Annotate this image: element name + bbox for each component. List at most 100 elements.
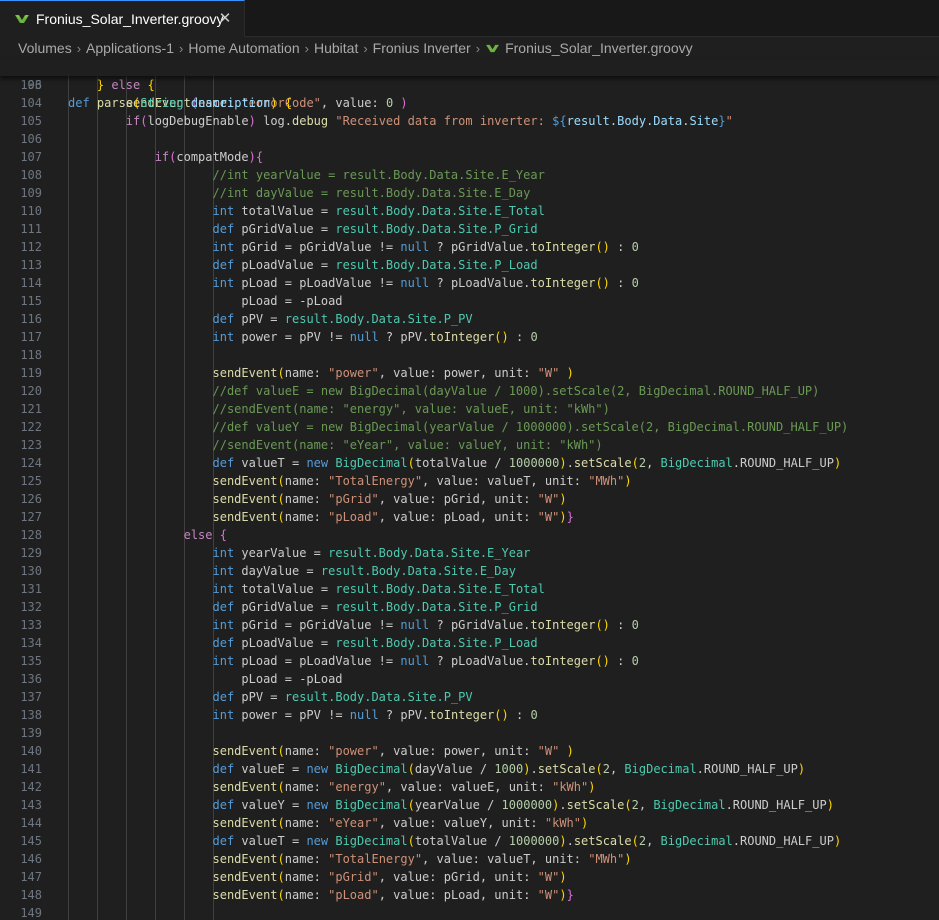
code-line: 117 int power = pPV != null ? pPV.toInteg… [0, 328, 939, 346]
code-token: "W" [537, 366, 560, 380]
code-token: , value: pGrid, unit: [378, 870, 538, 884]
code-text: def valueE = new BigDecimal(dayValue / 1… [213, 760, 806, 778]
code-token: "MWh" [588, 852, 625, 866]
code-token: : [508, 330, 531, 344]
code-token: sendEvent [212, 888, 278, 902]
code-token: int [212, 564, 235, 578]
code-text: int pLoad = pLoadValue != null ? pLoadVa… [213, 652, 639, 670]
sticky-scroll-header[interactable]: 96 def parse(String description) { [0, 58, 939, 110]
code-token: , value: power, unit: [378, 744, 538, 758]
code-token: () [595, 618, 610, 632]
line-number: 135 [20, 654, 42, 668]
code-text: def pPV = result.Body.Data.Site.P_PV [213, 310, 473, 328]
breadcrumb-item-file[interactable]: Fronius_Solar_Inverter.groovy [485, 40, 693, 56]
line-number: 141 [20, 762, 42, 776]
breadcrumb-item-hubitat[interactable]: Hubitat [314, 40, 358, 56]
code-token: ) [624, 852, 632, 866]
code-token: .ROUND_HALF_UP [725, 798, 827, 812]
code-line: 133 int pGrid = pGridValue != null ? pGri… [0, 616, 939, 634]
code-token: ) [559, 834, 567, 848]
code-token: ? pGridValue. [429, 618, 531, 632]
code-token: : [609, 276, 632, 290]
code-editor[interactable]: 103} else {104 sendEvent(name: "errorCode… [0, 76, 939, 920]
code-token: 0 [530, 708, 538, 722]
code-token: , value: pLoad, unit: [378, 888, 538, 902]
code-text: if(compatMode){ [155, 148, 263, 166]
breadcrumb: Volumes › Applications-1 › Home Automati… [0, 37, 939, 59]
code-token: ) [833, 834, 842, 848]
code-token: ( [277, 474, 285, 488]
code-token: "W" [537, 870, 560, 884]
code-token: int [212, 330, 235, 344]
code-token: pLoad = -pLoad [241, 672, 343, 686]
code-token: Data [653, 114, 683, 128]
code-line: 139 [0, 724, 939, 742]
code-token: ${ [552, 114, 567, 128]
code-token: int [212, 582, 235, 596]
code-token: ) [624, 474, 632, 488]
code-token: int [212, 546, 235, 560]
close-icon[interactable]: ✕ [216, 10, 234, 28]
code-token: valueY = [234, 798, 307, 812]
line-number: 110 [20, 204, 42, 218]
code-line: 136 pLoad = -pLoad [0, 670, 939, 688]
code-token: ( [277, 492, 285, 506]
code-token: compatMode [176, 150, 249, 164]
code-line: 110 int totalValue = result.Body.Data.Sit… [0, 202, 939, 220]
line-number: 116 [20, 312, 42, 326]
code-token: "Received data from inverter: [335, 114, 553, 128]
code-token: ) [826, 798, 834, 812]
code-token: ( [277, 366, 285, 380]
line-number: 120 [20, 384, 42, 398]
code-token: ( [407, 456, 415, 470]
code-token: totalValue = [234, 582, 336, 596]
code-token: def [212, 312, 235, 326]
breadcrumb-item-volumes[interactable]: Volumes [18, 40, 72, 56]
code-token: valueT = [234, 834, 307, 848]
code-token: " [725, 114, 733, 128]
code-line: 130 int dayValue = result.Body.Data.Site.… [0, 562, 939, 580]
code-text: def pLoadValue = result.Body.Data.Site.P… [213, 256, 538, 274]
code-token: result.Body.Data.Site.E_Day [320, 564, 516, 578]
code-token: { [284, 96, 293, 110]
code-token: BigDecimal [335, 798, 408, 812]
code-token: ) [566, 744, 574, 758]
code-token: def [212, 690, 235, 704]
code-token: name: [284, 474, 329, 488]
breadcrumb-item-fronius-inverter[interactable]: Fronius Inverter [373, 40, 471, 56]
code-token: //def valueE = new BigDecimal(dayValue /… [212, 384, 820, 398]
code-token: "pGrid" [328, 492, 379, 506]
code-token: if [125, 114, 141, 128]
code-token: 1000000 [501, 798, 553, 812]
code-line: 107 if(compatMode){ [0, 148, 939, 166]
code-token: log. [255, 114, 292, 128]
code-text: pLoad = -pLoad [241, 670, 342, 688]
code-token: { [147, 78, 155, 92]
code-token: BigDecimal [653, 798, 726, 812]
line-number: 129 [20, 546, 42, 560]
code-token: toInteger [530, 618, 596, 632]
code-text: sendEvent(name: "power", value: power, u… [213, 742, 574, 760]
code-token: BigDecimal [335, 762, 408, 776]
code-token: valueT = [234, 456, 307, 470]
line-number: 128 [20, 528, 42, 542]
breadcrumb-item-home-automation[interactable]: Home Automation [188, 40, 299, 56]
breadcrumb-item-applications[interactable]: Applications-1 [86, 40, 174, 56]
code-line: 131 int totalValue = result.Body.Data.Sit… [0, 580, 939, 598]
code-token: sendEvent [212, 852, 278, 866]
code-token: BigDecimal [660, 456, 733, 470]
code-token: new [306, 762, 329, 776]
tab-fronius-solar-inverter[interactable]: Fronius_Solar_Inverter.groovy ✕ [0, 0, 245, 37]
code-token: yearValue = [234, 546, 329, 560]
code-token: debug [292, 114, 329, 128]
code-line: 123 //sendEvent(name: "eYear", value: val… [0, 436, 939, 454]
code-token: ? pPV. [378, 330, 430, 344]
line-number: 145 [20, 834, 42, 848]
code-token: ( [407, 834, 415, 848]
code-line: 135 int pLoad = pLoadValue != null ? pLoa… [0, 652, 939, 670]
code-text: //sendEvent(name: "eYear", value: valueY… [213, 436, 603, 454]
code-line: 141 def valueE = new BigDecimal(dayValue … [0, 760, 939, 778]
code-token: , value: valueY, unit: [378, 816, 545, 830]
code-text: int totalValue = result.Body.Data.Site.E… [213, 580, 545, 598]
code-token: "energy" [328, 780, 386, 794]
